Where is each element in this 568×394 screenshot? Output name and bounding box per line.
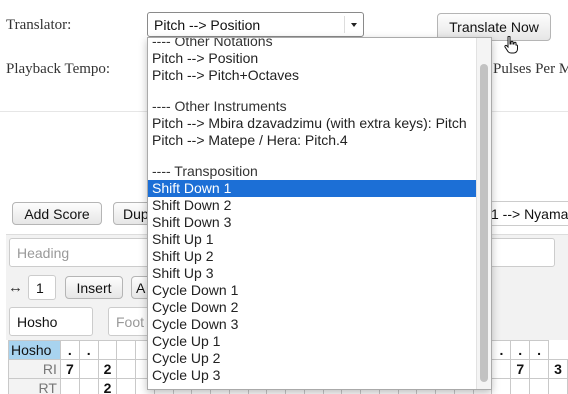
dropdown-option[interactable]: Shift Up 1 xyxy=(148,231,476,248)
grid-cell[interactable] xyxy=(116,378,137,394)
grid-cell[interactable] xyxy=(59,378,80,394)
dropdown-option[interactable]: Pitch --> Pitch+Octaves xyxy=(148,67,476,84)
grid-cell[interactable] xyxy=(116,340,137,360)
grid-cell[interactable] xyxy=(116,359,137,379)
grid-cell[interactable] xyxy=(491,359,512,379)
pulses-label: Pulses Per M xyxy=(493,61,568,77)
dropdown-option-list: ---- Other Notations Pitch --> Position Pi… xyxy=(148,37,491,384)
grid-cell[interactable] xyxy=(548,378,568,394)
dropdown-option[interactable]: Shift Down 2 xyxy=(148,197,476,214)
dropdown-option[interactable]: Pitch --> Matepe / Hera: Pitch.4 xyxy=(148,132,476,149)
dropdown-option[interactable]: Shift Down 1 xyxy=(148,180,476,197)
dropdown-option[interactable]: Cycle Down 3 xyxy=(148,316,476,333)
dropdown-option[interactable]: Shift Down 3 xyxy=(148,214,476,231)
dropdown-option[interactable]: Shift Up 2 xyxy=(148,248,476,265)
grid-row-label: RT xyxy=(8,378,61,394)
translator-label: Translator: xyxy=(6,17,72,33)
dropdown-option[interactable]: Cycle Down 2 xyxy=(148,299,476,316)
dropdown-group-header: ---- Other Instruments xyxy=(152,98,287,114)
grid-row-label: RI xyxy=(8,359,61,379)
translator-selected-value: Pitch --> Position xyxy=(154,16,261,33)
dropdown-option[interactable]: Cycle Down 1 xyxy=(148,282,476,299)
count-input[interactable]: 1 xyxy=(28,275,56,300)
playback-tempo-label: Playback Tempo: xyxy=(6,61,111,77)
dropdown-option[interactable]: Pitch --> Position xyxy=(148,50,476,67)
translator-select[interactable]: Pitch --> Position xyxy=(147,12,364,37)
grid-cell[interactable]: 3 xyxy=(548,359,568,379)
select-divider xyxy=(344,16,345,33)
dropdown-group-header: ---- Other Notations xyxy=(152,37,273,49)
grid-cell[interactable]: . xyxy=(78,340,99,360)
grid-cell[interactable] xyxy=(78,359,99,379)
grid-row-label: Hosho xyxy=(8,340,61,360)
chevron-down-icon xyxy=(351,23,357,27)
grid-cell[interactable]: 2 xyxy=(97,378,118,394)
dropdown-option[interactable]: Cycle Up 2 xyxy=(148,350,476,367)
insert-button[interactable]: Insert xyxy=(65,276,123,299)
grid-cell[interactable] xyxy=(529,378,549,394)
dropdown-spacer xyxy=(148,84,476,98)
resize-arrows-icon: ↔ xyxy=(8,279,23,296)
grid-cell[interactable]: 7 xyxy=(510,359,531,379)
grid-cell[interactable]: . xyxy=(59,340,80,360)
grid-cell[interactable]: 2 xyxy=(97,359,118,379)
dropdown-group-header: ---- Transposition xyxy=(152,163,258,179)
translator-dropdown[interactable]: ---- Other Notations Pitch --> Position Pi… xyxy=(147,37,492,390)
dropdown-option[interactable]: Cycle Up 1 xyxy=(148,333,476,350)
dropdown-spacer xyxy=(148,149,476,163)
grid-cell[interactable]: 7 xyxy=(59,359,80,379)
grid-cell[interactable] xyxy=(510,378,531,394)
dropdown-scrollbar[interactable] xyxy=(476,38,491,389)
dropdown-option[interactable]: Cycle Up 3 xyxy=(148,367,476,384)
grid-cell[interactable]: . xyxy=(491,340,512,360)
grid-cell[interactable]: . xyxy=(510,340,531,360)
add-score-button[interactable]: Add Score xyxy=(12,202,102,225)
scrollbar-thumb[interactable] xyxy=(480,64,488,382)
grid-cell[interactable] xyxy=(529,359,549,379)
part-name-input[interactable]: Hosho xyxy=(9,307,93,336)
hand-cursor-icon xyxy=(504,36,518,54)
grid-cell[interactable]: . xyxy=(529,340,549,360)
grid-cell[interactable] xyxy=(491,378,512,394)
grid-cell[interactable] xyxy=(97,340,118,360)
grid-cell[interactable] xyxy=(78,378,99,394)
dropdown-option[interactable]: Pitch --> Mbira dzavadzimu (with extra k… xyxy=(148,115,476,132)
dropdown-option[interactable]: Shift Up 3 xyxy=(148,265,476,282)
